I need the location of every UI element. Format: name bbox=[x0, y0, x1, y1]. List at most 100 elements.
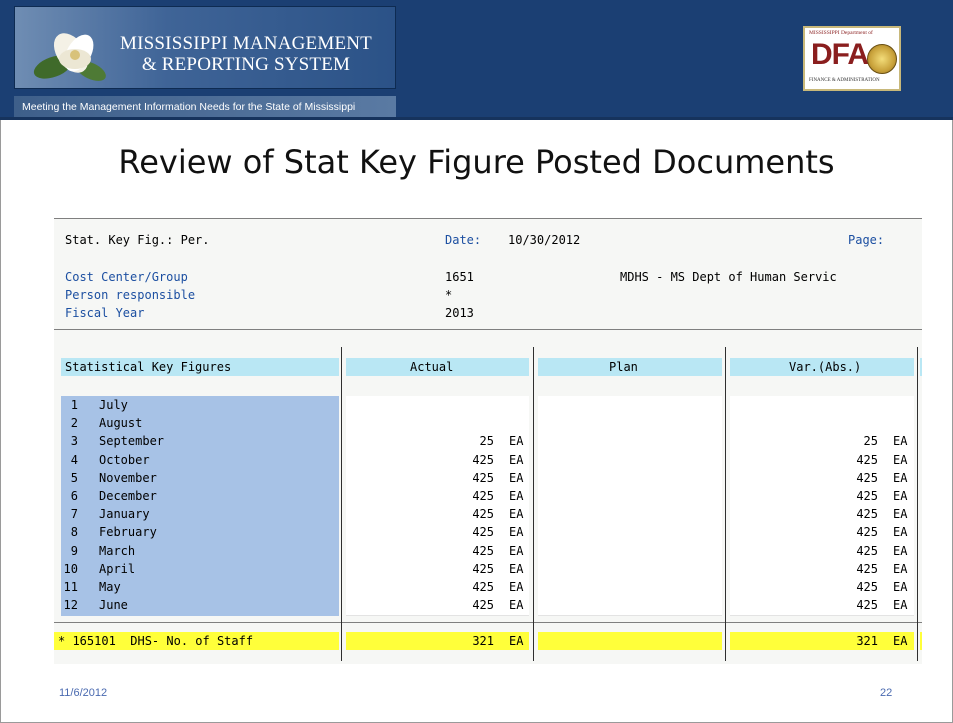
report-header-separator bbox=[54, 329, 922, 330]
row-var-value: 425 bbox=[856, 507, 878, 522]
page-label: Page: bbox=[848, 233, 885, 247]
row-var-unit: EA bbox=[893, 470, 908, 485]
row-number: 11 bbox=[63, 580, 78, 594]
row-actual-value: 425 bbox=[472, 489, 494, 503]
col-header-actual: Actual bbox=[410, 360, 454, 374]
row-actual-unit: EA bbox=[509, 452, 524, 467]
row-number: 6 bbox=[70, 489, 78, 503]
row-number: 3 bbox=[70, 434, 78, 449]
mmrs-tagline: Meeting the Management Information Needs… bbox=[14, 96, 396, 118]
column-divider-1 bbox=[341, 347, 342, 661]
row-month: July bbox=[99, 398, 128, 412]
row-var-value: 425 bbox=[856, 452, 878, 467]
field-value-fiscal-year: 2013 bbox=[445, 306, 474, 320]
row-number: 7 bbox=[70, 507, 78, 522]
dfa-logo-subtitle: FINANCE & ADMINISTRATION bbox=[809, 78, 880, 83]
field-label-person: Person responsible bbox=[65, 288, 196, 302]
footer-date: 11/6/2012 bbox=[59, 687, 108, 699]
row-number: 5 bbox=[70, 470, 78, 485]
dfa-logo-small-text: MISSISSIPPI Department of bbox=[809, 30, 873, 36]
row-var-value: 25 bbox=[863, 434, 878, 449]
column-divider-3 bbox=[725, 347, 726, 661]
row-month: September bbox=[99, 434, 165, 449]
row-month: June bbox=[99, 598, 128, 613]
row-number: 9 bbox=[70, 543, 78, 558]
row-actual-value: 425 bbox=[472, 543, 494, 558]
mmrs-logo-panel: MISSISSIPPI MANAGEMENT & REPORTING SYSTE… bbox=[14, 6, 396, 89]
row-number: 1 bbox=[70, 398, 78, 412]
row-number: 10 bbox=[63, 561, 78, 576]
mmrs-title: MISSISSIPPI MANAGEMENT & REPORTING SYSTE… bbox=[111, 33, 381, 75]
col-header-plan: Plan bbox=[609, 360, 638, 374]
sap-report: Stat. Key Fig.: Per. Date: 10/30/2012 Pa… bbox=[54, 218, 922, 664]
row-number: 4 bbox=[70, 452, 78, 467]
total-row-actual: 321 bbox=[472, 634, 494, 648]
mmrs-title-line2: & REPORTING SYSTEM bbox=[141, 54, 351, 75]
dfa-logo: MISSISSIPPI Department of DFA FINANCE & … bbox=[803, 26, 901, 91]
total-row-next-bg bbox=[920, 632, 922, 650]
field-value-cost-center: 1651 bbox=[445, 270, 474, 284]
row-number: 8 bbox=[70, 525, 78, 540]
row-var-value: 425 bbox=[856, 543, 878, 558]
row-actual-unit: EA bbox=[509, 598, 524, 613]
dfa-logo-letters: DFA bbox=[811, 38, 869, 71]
row-var-unit: EA bbox=[893, 489, 908, 503]
header-banner: MISSISSIPPI MANAGEMENT & REPORTING SYSTE… bbox=[0, 0, 953, 120]
report-name: Stat. Key Fig.: Per. bbox=[65, 233, 210, 247]
row-var-unit: EA bbox=[893, 434, 908, 449]
col-header-next-bg bbox=[920, 358, 922, 376]
total-separator bbox=[54, 622, 922, 623]
row-month: March bbox=[99, 543, 136, 558]
row-month: November bbox=[99, 470, 157, 485]
row-var-unit: EA bbox=[893, 525, 908, 540]
mmrs-title-line1: MISSISSIPPI MANAGEMENT bbox=[120, 33, 372, 54]
total-row-label: * 165101 DHS- No. of Staff bbox=[58, 634, 254, 648]
row-month: February bbox=[99, 525, 157, 540]
total-row-actual-unit: EA bbox=[509, 634, 524, 648]
row-actual-value: 425 bbox=[472, 580, 494, 594]
row-month: October bbox=[99, 452, 150, 467]
row-var-value: 425 bbox=[856, 489, 878, 503]
row-actual-unit: EA bbox=[509, 525, 524, 540]
row-var-unit: EA bbox=[893, 580, 908, 594]
row-var-unit: EA bbox=[893, 452, 908, 467]
row-var-value: 425 bbox=[856, 561, 878, 576]
row-number: 12 bbox=[63, 598, 78, 613]
col-header-var: Var.(Abs.) bbox=[789, 360, 862, 374]
row-actual-value: 25 bbox=[479, 434, 494, 449]
slide-title: Review of Stat Key Figure Posted Documen… bbox=[118, 143, 835, 181]
row-actual-unit: EA bbox=[509, 543, 524, 558]
row-var-value: 425 bbox=[856, 525, 878, 540]
row-actual-value: 425 bbox=[472, 598, 494, 613]
row-var-value: 425 bbox=[856, 470, 878, 485]
row-actual-unit: EA bbox=[509, 489, 524, 503]
column-divider-4 bbox=[917, 347, 918, 661]
state-seal-icon bbox=[867, 44, 897, 74]
row-var-unit: EA bbox=[893, 507, 908, 522]
row-var-value: 425 bbox=[856, 580, 878, 594]
row-actual-value: 425 bbox=[472, 525, 494, 540]
total-row-plan-bg bbox=[538, 632, 722, 650]
row-month: January bbox=[99, 507, 150, 522]
row-actual-unit: EA bbox=[509, 561, 524, 576]
row-month: April bbox=[99, 561, 136, 576]
row-actual-unit: EA bbox=[509, 580, 524, 594]
field-desc-cost-center: MDHS - MS Dept of Human Servic bbox=[620, 270, 837, 284]
footer-page-number: 22 bbox=[880, 687, 893, 699]
date-value: 10/30/2012 bbox=[508, 233, 581, 247]
row-actual-value: 425 bbox=[472, 507, 494, 522]
row-actual-unit: EA bbox=[509, 470, 524, 485]
row-month: May bbox=[99, 580, 121, 594]
field-label-fiscal-year: Fiscal Year bbox=[65, 306, 145, 320]
row-var-unit: EA bbox=[893, 561, 908, 576]
row-actual-unit: EA bbox=[509, 434, 524, 449]
row-var-unit: EA bbox=[893, 543, 908, 558]
header-divider bbox=[0, 117, 953, 120]
column-divider-2 bbox=[533, 347, 534, 661]
row-actual-unit: EA bbox=[509, 507, 524, 522]
row-var-unit: EA bbox=[893, 598, 908, 613]
mmrs-logo: MISSISSIPPI MANAGEMENT & REPORTING SYSTE… bbox=[14, 6, 396, 118]
total-row-var-unit: EA bbox=[893, 634, 908, 648]
row-month: August bbox=[99, 416, 143, 431]
field-value-person: * bbox=[445, 288, 453, 302]
